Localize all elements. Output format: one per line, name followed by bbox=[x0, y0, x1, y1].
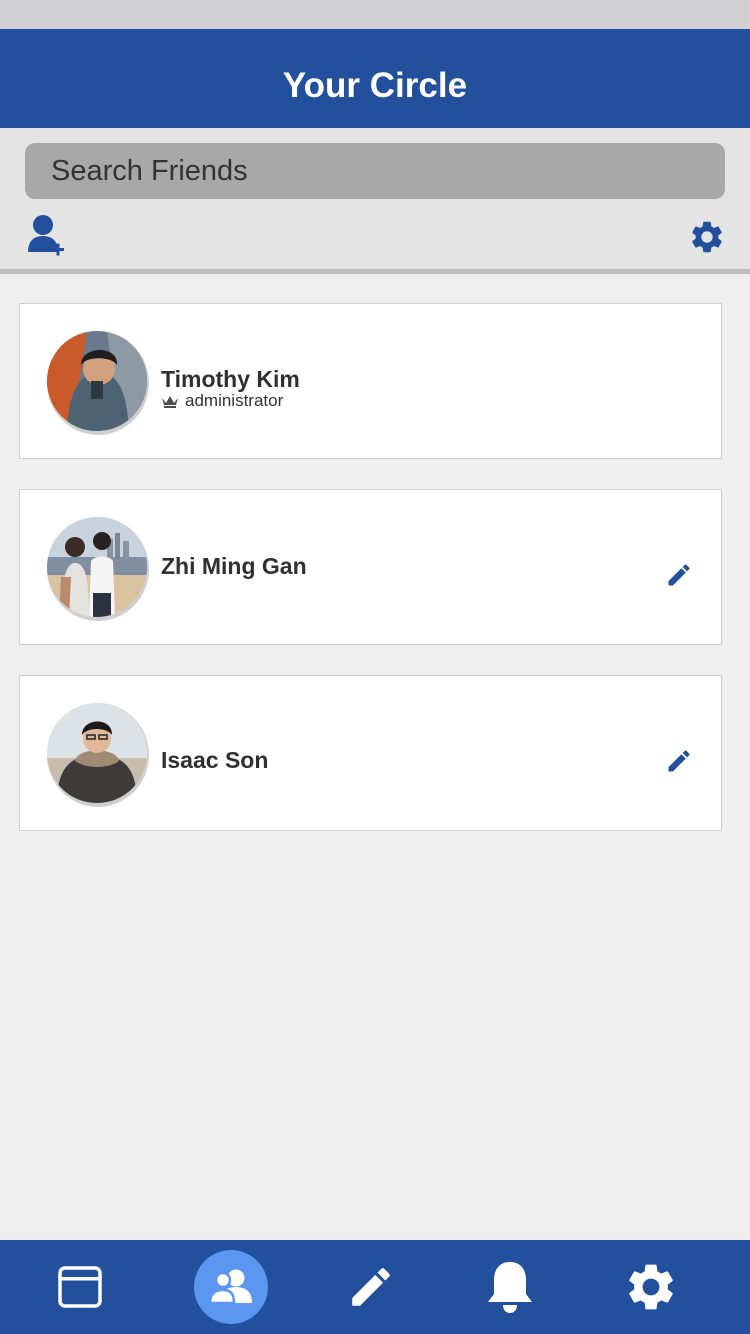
friend-card[interactable]: Isaac Son bbox=[19, 675, 722, 831]
pencil-icon bbox=[668, 564, 690, 586]
nav-item-notifications[interactable] bbox=[460, 1240, 560, 1334]
friend-name: Zhi Ming Gan bbox=[161, 553, 307, 579]
nav-active-indicator bbox=[194, 1250, 268, 1324]
page-title: Your Circle bbox=[282, 65, 468, 105]
role-label: administrator bbox=[185, 391, 284, 410]
status-bar bbox=[0, 0, 750, 29]
window-icon bbox=[58, 1266, 102, 1308]
bell-icon bbox=[488, 1262, 532, 1313]
crown-icon bbox=[162, 395, 178, 408]
circle-settings-button[interactable] bbox=[688, 218, 726, 256]
friend-card[interactable]: Timothy Kim administrator bbox=[19, 303, 722, 459]
bottom-nav bbox=[0, 1240, 750, 1334]
friend-name: Isaac Son bbox=[161, 747, 269, 773]
gear-icon bbox=[629, 1264, 673, 1310]
gear-icon bbox=[692, 221, 722, 253]
header: Your Circle bbox=[0, 29, 750, 128]
toolbar bbox=[0, 128, 750, 274]
search-input[interactable] bbox=[25, 143, 725, 199]
avatar bbox=[47, 703, 149, 807]
friend-card[interactable]: Zhi Ming Gan bbox=[19, 489, 722, 645]
friend-role: administrator bbox=[161, 391, 283, 411]
add-friend-button[interactable] bbox=[27, 214, 67, 260]
edit-friend-button[interactable] bbox=[665, 747, 693, 775]
avatar bbox=[47, 517, 149, 621]
nav-item-feed[interactable] bbox=[30, 1240, 130, 1334]
nav-item-compose[interactable] bbox=[321, 1240, 421, 1334]
avatar bbox=[47, 331, 149, 435]
friends-icon bbox=[209, 1269, 252, 1305]
pencil-icon bbox=[668, 750, 690, 772]
add-user-icon bbox=[28, 215, 64, 256]
nav-item-settings[interactable] bbox=[601, 1240, 701, 1334]
pencil-icon bbox=[352, 1268, 390, 1306]
edit-friend-button[interactable] bbox=[665, 561, 693, 589]
friend-name: Timothy Kim bbox=[161, 366, 300, 392]
nav-item-circle[interactable] bbox=[181, 1240, 281, 1334]
